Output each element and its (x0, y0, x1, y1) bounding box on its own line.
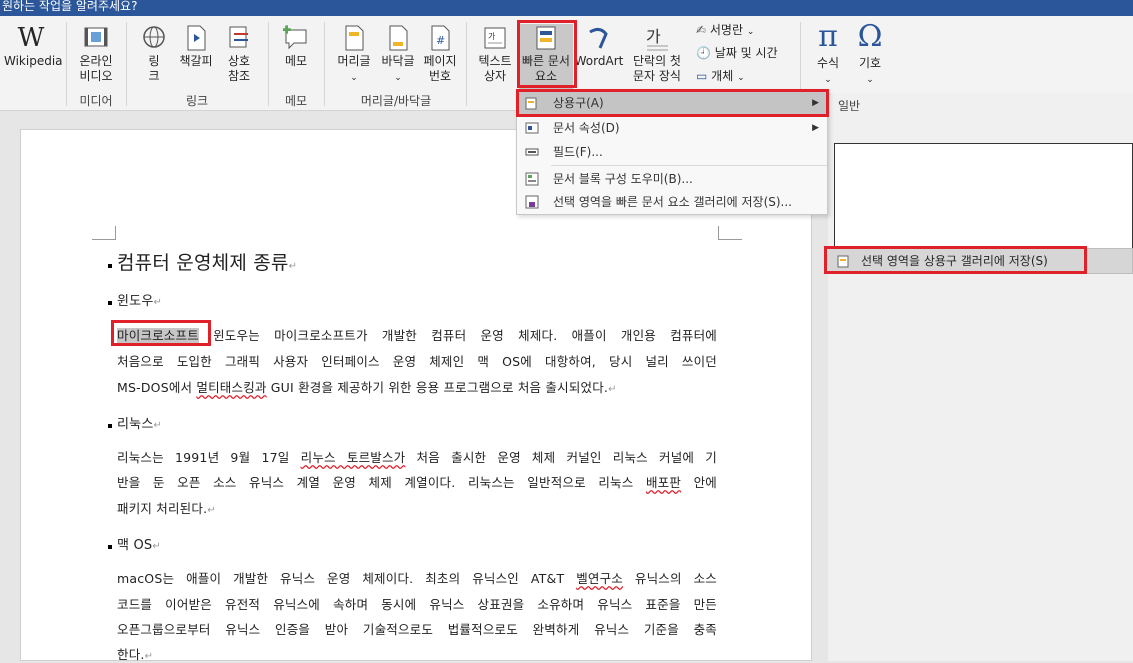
paragraph-line: MS-DOS에서 멀티태스킹과 GUI 환경을 제공하기 위한 응용 프로그램으… (117, 380, 617, 395)
new-comment-button[interactable]: 메모 (276, 24, 316, 69)
tell-me-text[interactable]: 원하는 작업을 알려주세요? (2, 0, 137, 13)
chevron-down-icon: ⌄ (394, 73, 402, 83)
header-button[interactable]: 머리글 ⌄ (332, 24, 376, 86)
pi-icon: π (818, 19, 838, 54)
group-links-label: 링크 (185, 94, 209, 108)
wikipedia-icon: W (17, 23, 45, 53)
symbol-button[interactable]: Ω 기호 ⌄ (850, 20, 890, 88)
paragraph-line: 처음으로 도입한 그래픽 사용자 인터페이스 운영 체제인 맥 OS에 대항하여… (117, 354, 717, 369)
highlight-selected-text (111, 320, 211, 346)
chevron-down-icon: ⌄ (350, 73, 358, 83)
textbox-icon: 가 (484, 27, 506, 49)
link-button[interactable]: 링 크 (134, 24, 174, 84)
highlight-quick-parts (517, 20, 577, 88)
section-heading: 윈도우↵ (117, 294, 163, 309)
group-media-label: 미디어 (79, 94, 113, 108)
cross-reference-button[interactable]: 상호 참조 (218, 24, 260, 84)
chevron-down-icon: ⌄ (746, 27, 755, 37)
textbox-button[interactable]: 가 텍스트 상자 (472, 24, 518, 84)
document-property-icon (525, 122, 539, 134)
wordart-icon (589, 27, 608, 49)
field-icon (525, 148, 539, 156)
paragraph-line: 코드를 이어받은 유전적 유닉스에 속하며 동시에 유닉스 상표권을 소유하며 … (117, 597, 717, 612)
film-icon (84, 27, 108, 47)
wordart-button[interactable]: WordArt (574, 24, 624, 69)
equation-button[interactable]: π 수식 ⌄ (808, 20, 848, 88)
section-heading: 리눅스↵ (117, 417, 163, 432)
paragraph-line: 리눅스는 1991년 9월 17일 리누스 토르발스가 처음 출시한 운영 체제… (117, 450, 717, 465)
date-time-button[interactable]: 🕘 날짜 및 시간 (696, 45, 778, 61)
chevron-down-icon: ⌄ (737, 73, 745, 83)
document-title: 컴퓨터 운영체제 종류↵ (117, 252, 298, 274)
group-comments-label: 메모 (284, 94, 308, 108)
bookmark-icon (187, 25, 206, 51)
svg-text:가: 가 (488, 32, 496, 41)
paragraph-line: 한다.↵ (117, 647, 154, 662)
object-button[interactable]: ▭ 개체 ⌄ (696, 68, 745, 86)
group-header-footer-label: 머리글/바닥글 (360, 94, 432, 108)
title-bar: 원하는 작업을 알려주세요? (0, 0, 1133, 16)
signature-line-button[interactable]: ✍ 서명란 ⌄ (696, 22, 754, 40)
menu-item-building-blocks-organizer[interactable]: 문서 블록 구성 도우미(B)... (517, 167, 827, 191)
online-video-button[interactable]: 온라인 비디오 (74, 24, 118, 84)
cross-reference-icon (229, 26, 248, 48)
signature-icon: ✍ (696, 23, 707, 37)
wikipedia-button[interactable]: W Wikipedia (4, 23, 63, 69)
calendar-clock-icon: 🕘 (696, 46, 711, 60)
menu-item-document-property[interactable]: 문서 속성(D) ▶ (517, 116, 827, 140)
omega-icon: Ω (857, 19, 883, 54)
margin-corner-right (718, 226, 742, 240)
paragraph-line: 오픈그룹으로부터 유닉스 인증을 받아 기술적으로도 법률적으로도 완벽하게 유… (117, 622, 717, 637)
highlight-save-autotext (824, 246, 1087, 274)
margin-corner-left (92, 226, 116, 240)
paragraph-line: 반을 둔 오픈 소스 유닉스 계열 운영 체제 계열이다. 리눅스는 일반적으로… (117, 475, 718, 490)
paragraph-line: 패키지 처리된다.↵ (117, 501, 216, 516)
header-icon (345, 25, 364, 51)
svg-text:가: 가 (646, 27, 661, 46)
svg-text:#: # (436, 34, 445, 47)
paragraph-line: macOS는 애플이 개발한 유닉스 운영 체제이다. 최초의 유닉스인 AT&… (117, 571, 717, 586)
object-icon: ▭ (696, 69, 708, 83)
section-heading: 맥 OS↵ (117, 538, 161, 553)
chevron-right-icon: ▶ (812, 123, 819, 133)
highlight-autotext (516, 89, 829, 117)
comment-icon (283, 25, 307, 50)
building-blocks-icon (525, 172, 539, 186)
gallery-header: 일반 (838, 99, 861, 113)
chevron-down-icon: ⌄ (824, 75, 832, 85)
page-number-button[interactable]: # 페이지 번호 (420, 24, 460, 84)
footer-button[interactable]: 바닥글 ⌄ (376, 24, 420, 86)
gallery-preview[interactable] (834, 143, 1133, 253)
save-gallery-icon (525, 195, 539, 209)
drop-cap-icon: 가 (646, 27, 668, 51)
autotext-gallery-pane: 일반 (828, 93, 1133, 661)
globe-link-icon (143, 26, 165, 48)
chevron-down-icon: ⌄ (866, 75, 874, 85)
bookmark-button[interactable]: 책갈피 (174, 24, 218, 69)
menu-item-field[interactable]: 필드(F)... (517, 140, 827, 164)
footer-icon (389, 25, 408, 51)
page-number-icon: # (431, 25, 450, 51)
menu-item-save-selection-quick-parts[interactable]: 선택 영역을 빠른 문서 요소 갤러리에 저장(S)... (517, 190, 827, 214)
drop-cap-button[interactable]: 가 단락의 첫 문자 장식 (624, 24, 690, 84)
